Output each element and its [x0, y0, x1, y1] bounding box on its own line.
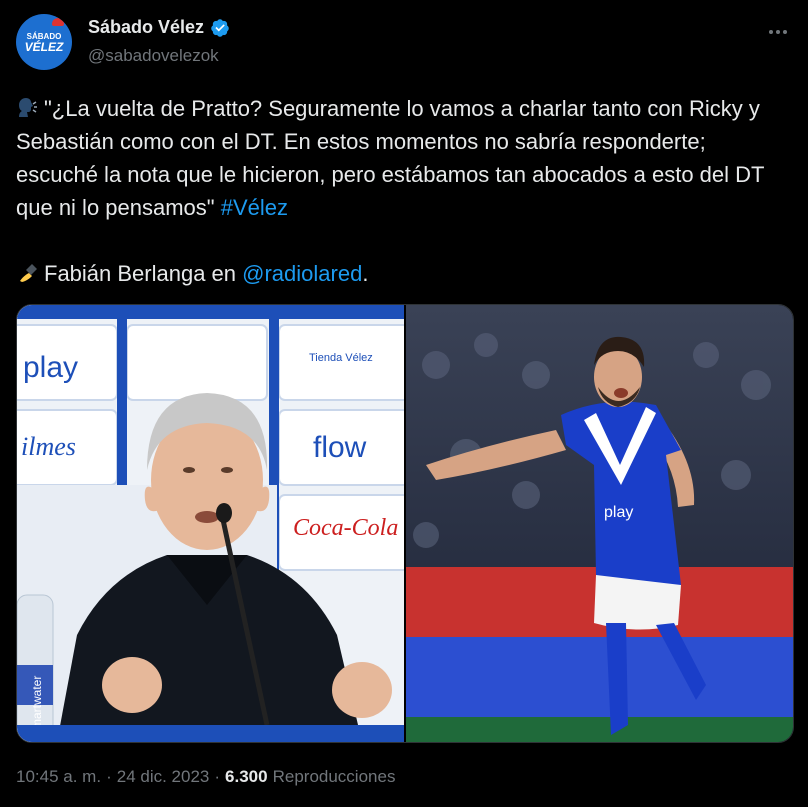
views-label: Reproducciones	[272, 767, 396, 786]
sponsor-quilmes: ilmes	[21, 432, 76, 461]
sponsor-flow: flow	[313, 431, 367, 464]
writing-hand-icon	[20, 264, 37, 282]
speaking-head-icon	[19, 98, 37, 117]
meta-separator: ·	[214, 767, 221, 786]
mention-link[interactable]: @radiolared	[242, 261, 362, 286]
credit-suffix: .	[362, 261, 369, 286]
display-name[interactable]: Sábado Vélez	[88, 17, 204, 38]
tweet-body: "¿La vuelta de Pratto? Seguramente lo va…	[16, 96, 771, 220]
sponsor-play-shirt: play	[604, 504, 633, 521]
hashtag-link[interactable]: #Vélez	[221, 195, 288, 220]
sponsor-cocacola: Coca-Cola	[293, 515, 398, 541]
author-handle[interactable]: @sabadovelezok	[88, 46, 219, 66]
avatar[interactable]: SÁBADO VÉLEZ	[16, 14, 72, 70]
verified-badge-icon	[211, 18, 229, 37]
media-grid: play Tienda Vélez ilmes flow Coca-Cola s…	[16, 304, 794, 743]
tweet-date[interactable]: 24 dic. 2023	[117, 767, 210, 787]
avatar-text-2: VÉLEZ	[24, 39, 64, 54]
press-conference-illustration: play Tienda Vélez ilmes flow Coca-Cola s…	[17, 305, 404, 742]
santa-hat-icon	[52, 18, 64, 26]
views-count: 6.300	[225, 767, 268, 786]
player-illustration: play	[406, 305, 793, 742]
meta-separator: ·	[106, 767, 112, 786]
tweet-text: "¿La vuelta de Pratto? Seguramente lo va…	[16, 92, 776, 290]
credit-prefix: Fabián Berlanga en	[44, 261, 243, 286]
more-options-icon[interactable]	[766, 20, 790, 44]
photo-press-conference[interactable]: play Tienda Vélez ilmes flow Coca-Cola s…	[17, 305, 404, 742]
photo-player-celebration[interactable]: play	[406, 305, 793, 742]
tweet-time[interactable]: 10:45 a. m.	[16, 767, 101, 787]
tweet-meta: 10:45 a. m. · 24 dic. 2023 · 6.300 Repro…	[16, 767, 395, 787]
author-name-row: Sábado Vélez	[88, 17, 230, 38]
sponsor-tienda: Tienda Vélez	[309, 352, 373, 364]
sponsor-play: play	[23, 351, 78, 384]
